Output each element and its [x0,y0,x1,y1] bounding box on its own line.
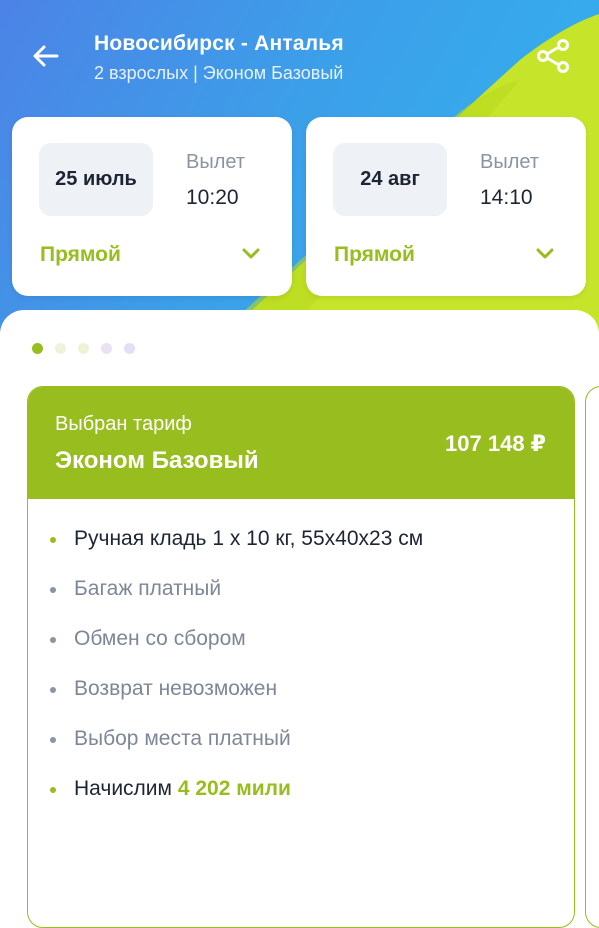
route-title: Новосибирск - Анталья [94,32,344,55]
bullet-icon [50,637,56,643]
segment-date: 25 июль [39,143,153,216]
bullet-icon [50,537,56,543]
share-button[interactable] [533,36,573,76]
feature-item: Выбор места платный [50,727,423,777]
flight-type: Прямой [40,243,121,266]
feature-text: Выбор места платный [74,727,291,750]
departure-label: Вылет [186,151,246,173]
pager-dot[interactable] [55,343,66,354]
selected-tariff-label: Выбран тариф [55,413,192,435]
arrow-left-icon [33,45,59,67]
feature-item: Багаж платный [50,577,423,627]
segment-date: 24 авг [333,143,447,216]
tariff-price: 107 148 ₽ [445,431,546,456]
tariff-card-header: Выбран тариф Эконом Базовый 107 148 ₽ [28,387,574,499]
pager-dot[interactable] [101,343,112,354]
miles-item: Начислим 4 202 мили [50,777,423,827]
bullet-icon [50,687,56,693]
chevron-down-icon[interactable] [240,243,262,265]
next-tariff-card[interactable] [585,386,599,928]
pager-dot[interactable] [78,343,89,354]
flight-type: Прямой [334,243,415,266]
return-segment-card[interactable]: 24 авг Вылет 14:10 Прямой [306,117,586,296]
feature-item: Возврат невозможен [50,677,423,727]
bullet-icon [50,737,56,743]
pager-dot[interactable] [124,343,135,354]
tariff-card[interactable]: Выбран тариф Эконом Базовый 107 148 ₽ Ру… [27,386,575,928]
outbound-segment-card[interactable]: 25 июль Вылет 10:20 Прямой [12,117,292,296]
route-details: 2 взрослых | Эконом Базовый [94,63,344,83]
departure-time: 14:10 [480,186,533,209]
feature-text: Багаж платный [74,577,222,600]
share-icon [537,39,569,73]
feature-item: Ручная кладь 1 х 10 кг, 55х40х23 см [50,527,423,577]
feature-text: Возврат невозможен [74,677,278,700]
back-button[interactable] [28,38,64,74]
tariff-pager [32,343,135,354]
feature-text: Обмен со сбором [74,627,246,650]
miles-prefix: Начислим [74,777,172,800]
departure-label: Вылет [480,151,540,173]
feature-item: Обмен со сбором [50,627,423,677]
departure-time: 10:20 [186,186,239,209]
tariff-name: Эконом Базовый [55,447,259,474]
miles-value: 4 202 мили [177,777,291,800]
feature-text: Ручная кладь 1 х 10 кг, 55х40х23 см [74,527,424,550]
chevron-down-icon[interactable] [534,243,556,265]
bullet-icon [50,587,56,593]
bullet-icon [50,787,56,793]
pager-dot-active[interactable] [32,343,43,354]
tariff-features-list: Ручная кладь 1 х 10 кг, 55х40х23 см Бага… [50,527,423,827]
miles-text: Начислим 4 202 мили [74,777,291,801]
